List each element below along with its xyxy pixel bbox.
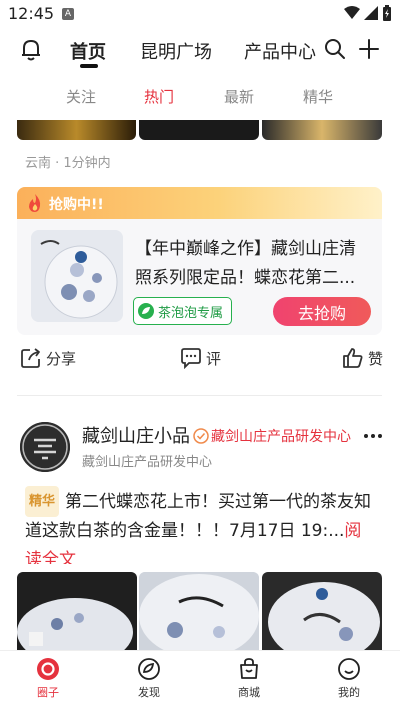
nav-circle[interactable]: 圈子 (18, 657, 78, 700)
promo-title[interactable]: 【年中巅峰之作】藏剑山庄清照系列限定品！蝶恋花第二... (135, 235, 371, 293)
post-image[interactable] (17, 572, 137, 650)
search-icon[interactable] (324, 38, 346, 64)
status-bar: 12:45 A (0, 0, 400, 28)
avatar[interactable] (20, 422, 70, 472)
tag-label: 茶泡泡专属 (158, 305, 224, 321)
bottom-nav: 圈子 发现 商城 我的 (0, 650, 400, 711)
status-time: 12:45 (8, 4, 55, 23)
nav-discover[interactable]: 发现 (119, 657, 179, 700)
comment-label: 评 (206, 349, 222, 368)
post-image[interactable] (17, 120, 136, 140)
like-label: 赞 (368, 349, 384, 368)
tea-leaf-icon (138, 303, 154, 319)
buy-now-button[interactable]: 去抢购 (273, 297, 371, 326)
post-images (17, 572, 382, 650)
sub-tabs: 关注 热门 最新 精华 (0, 80, 400, 112)
tab-product-center[interactable]: 产品中心 (244, 38, 316, 64)
nav-label: 圈子 (37, 686, 59, 699)
flame-icon (26, 193, 44, 217)
tab-home[interactable]: 首页 (70, 38, 106, 64)
promo-banner: 抢购中!! (17, 187, 382, 219)
post-body[interactable]: 精华 第二代蝶恋花上市！买过第一代的茶友知道这款白茶的含金量！！！7月17日 19… (25, 486, 375, 564)
post-image[interactable] (139, 572, 259, 650)
post-image[interactable] (262, 120, 382, 140)
notification-badge-icon: A (62, 8, 74, 20)
post-text: 第二代蝶恋花上市！买过第一代的茶友知道这款白茶的含金量！！！7月17日 19:.… (25, 492, 372, 541)
comment-button[interactable]: 评 (180, 347, 221, 369)
post-meta: 云南 · 1分钟内 (25, 156, 111, 171)
author-subtitle: 藏剑山庄产品研发中心 (82, 455, 213, 470)
circle-home-icon (37, 658, 59, 680)
thumbs-up-icon (343, 348, 363, 368)
add-icon[interactable] (358, 38, 380, 64)
nav-profile[interactable]: 我的 (319, 657, 379, 700)
top-nav: 首页 昆明广场 产品中心 (0, 28, 400, 72)
promo-banner-label: 抢购中!! (49, 197, 104, 213)
shopping-bag-icon (240, 658, 258, 679)
previous-post-images (17, 120, 382, 140)
featured-badge: 精华 (25, 486, 60, 517)
share-icon (21, 348, 40, 368)
bell-icon[interactable] (20, 38, 42, 66)
nav-label: 发现 (138, 686, 160, 699)
signal-icon (364, 6, 378, 20)
subtab-hot[interactable]: 热门 (144, 86, 174, 107)
post-actions: 分享 评 赞 (0, 345, 400, 373)
post-divider (17, 395, 382, 396)
share-label: 分享 (46, 349, 77, 368)
nav-label: 我的 (338, 686, 360, 699)
verified-org-label: 藏剑山庄产品研发中心 (211, 429, 351, 445)
verified-badge-icon (193, 428, 209, 444)
post-image[interactable] (262, 572, 382, 650)
post-image[interactable] (139, 120, 259, 140)
discover-leaf-icon (138, 658, 160, 680)
verified-org: 藏剑山庄产品研发中心 (193, 426, 351, 446)
wifi-icon (344, 6, 360, 19)
system-icons (344, 5, 392, 21)
tab-kunming-square[interactable]: 昆明广场 (140, 38, 212, 64)
active-tab-indicator (80, 64, 98, 68)
product-thumbnail[interactable] (31, 230, 123, 322)
promo-card[interactable]: 抢购中!! 【年中巅峰之作】藏剑山庄清照系列限定品！蝶恋花第二... 茶泡泡专属… (17, 187, 382, 335)
comment-icon (181, 348, 201, 369)
like-button[interactable]: 赞 (342, 347, 383, 369)
tea-bubble-tag: 茶泡泡专属 (133, 297, 233, 325)
subtab-follow[interactable]: 关注 (66, 86, 96, 107)
more-options-icon[interactable] (364, 434, 382, 438)
share-button[interactable]: 分享 (20, 347, 76, 369)
battery-icon (383, 5, 391, 21)
nav-mall[interactable]: 商城 (219, 657, 279, 700)
subtab-latest[interactable]: 最新 (224, 86, 254, 107)
profile-smile-icon (338, 658, 360, 680)
subtab-featured[interactable]: 精华 (303, 86, 333, 107)
nav-label: 商城 (238, 686, 260, 699)
author-name[interactable]: 藏剑山庄小品 (82, 422, 190, 448)
